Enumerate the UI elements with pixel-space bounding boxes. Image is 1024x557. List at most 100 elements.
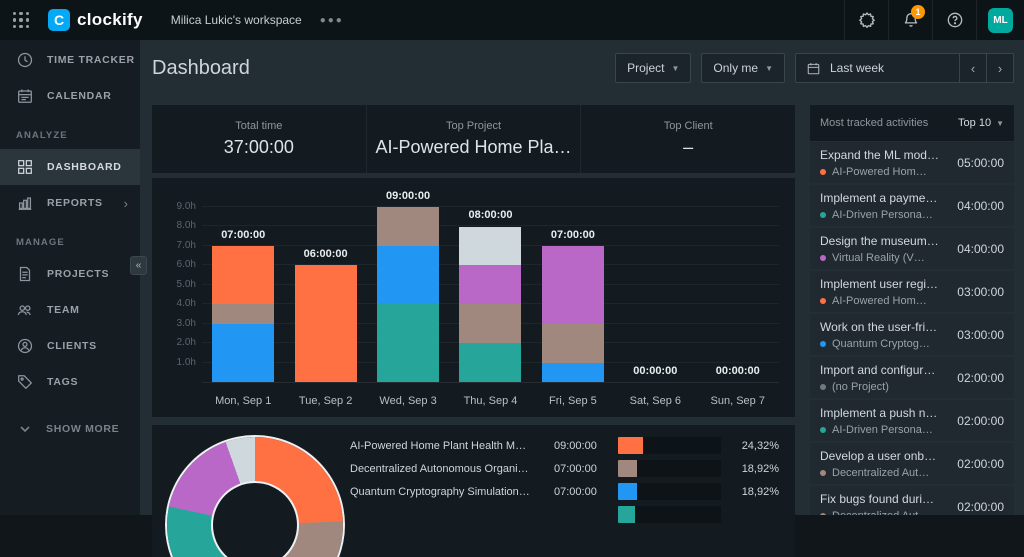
client-icon	[16, 337, 34, 355]
legend-project-name: Quantum Cryptography Simulation…	[350, 485, 530, 498]
sidebar-item-team[interactable]: TEAM	[0, 292, 140, 328]
project-dot	[820, 255, 826, 261]
sidebar-show-more[interactable]: SHOW MORE	[0, 422, 140, 436]
activity-project-name: AI-Driven Persona…	[832, 209, 933, 221]
workspace-switcher[interactable]: Milica Lukic's workspace	[171, 13, 302, 27]
bar-segment-orange[interactable]	[212, 245, 275, 305]
y-tick-label: 4.0h	[176, 298, 196, 310]
bar-stack[interactable]	[541, 245, 604, 382]
chevron-down-icon: ▼	[671, 63, 680, 73]
apps-grid-icon[interactable]	[13, 12, 29, 28]
tag-icon	[16, 373, 34, 391]
y-tick-label: 8.0h	[176, 220, 196, 232]
prev-period-button[interactable]: ‹	[959, 54, 986, 82]
bar-segment-teal[interactable]	[459, 343, 522, 382]
workspace-more-icon[interactable]: ●●●	[320, 15, 344, 26]
notifications-icon[interactable]: 1	[888, 0, 932, 40]
project-dot	[820, 298, 826, 304]
user-filter-button[interactable]: Only me ▼	[701, 53, 785, 83]
activity-project-name: (no Project)	[832, 381, 889, 393]
bar-segment-purple[interactable]	[541, 245, 604, 324]
legend-project-name: AI-Powered Home Plant Health M…	[350, 439, 527, 452]
activity-project-name: AI-Driven Persona…	[832, 424, 933, 436]
project-filter-button[interactable]: Project ▼	[615, 53, 692, 83]
sidebar-item-reports[interactable]: REPORTS ›	[0, 185, 140, 221]
legend-time: 07:00:00	[554, 462, 597, 475]
bar-segment-blue[interactable]	[212, 323, 275, 382]
bar-segment-purple[interactable]	[459, 265, 522, 305]
clockify-logo[interactable]: C clockify	[48, 9, 143, 31]
sidebar-item-tags[interactable]: TAGS	[0, 364, 140, 400]
document-icon	[16, 265, 34, 283]
activity-row[interactable]: Implement a push n… AI-Driven Persona… 02:…	[810, 400, 1014, 441]
activity-row[interactable]: Design the museum… Virtual Reality (V… 04:…	[810, 228, 1014, 269]
legend-project-name: Decentralized Autonomous Organi…	[350, 462, 529, 475]
bar-segment-blue[interactable]	[377, 245, 440, 305]
bar-segment-blue[interactable]	[541, 362, 604, 382]
activity-project-name: AI-Powered Hom…	[832, 166, 927, 178]
sidebar-item-calendar[interactable]: CALENDAR	[0, 78, 140, 114]
activity-task: Implement user regi…	[820, 277, 939, 291]
sidebar-section-manage: MANAGE	[16, 237, 65, 248]
activity-task: Develop a user onb…	[820, 449, 937, 463]
bar-segment-brown[interactable]	[212, 304, 275, 324]
bar-segment-brown[interactable]	[459, 304, 522, 344]
next-period-button[interactable]: ›	[986, 54, 1013, 82]
grid-line	[202, 206, 779, 207]
activity-time: 05:00:00	[957, 155, 1004, 170]
activity-row[interactable]: Implement a payme… AI-Driven Persona… 04:0…	[810, 185, 1014, 226]
bar-segment-brown[interactable]	[377, 207, 440, 246]
bar-value-label: 08:00:00	[468, 209, 513, 222]
sidebar-item-clients[interactable]: CLIENTS	[0, 328, 140, 364]
legend-time: 07:00:00	[554, 485, 597, 498]
activity-project-name: AI-Powered Hom…	[832, 295, 927, 307]
whats-new-icon[interactable]	[844, 0, 888, 40]
bar-segment-brown[interactable]	[541, 323, 604, 363]
bar-stack[interactable]	[377, 207, 440, 382]
user-avatar[interactable]: ML	[988, 7, 1013, 33]
date-range-label: Last week	[830, 61, 885, 75]
activity-time: 02:00:00	[957, 370, 1004, 385]
bar-segment-gray[interactable]	[459, 226, 522, 266]
chevron-right-icon: ›	[123, 195, 128, 211]
x-axis-label: Mon, Sep 1	[215, 395, 272, 407]
bar-segment-orange[interactable]	[294, 265, 357, 382]
activity-task: Work on the user-fri…	[820, 320, 938, 334]
legend-percent: 18,92%	[741, 462, 779, 475]
sidebar-item-projects[interactable]: PROJECTS	[0, 256, 140, 292]
top-n-dropdown[interactable]: Top 10 ▼	[958, 117, 1004, 129]
activity-time: 03:00:00	[957, 284, 1004, 299]
bar-stack[interactable]	[459, 226, 522, 382]
top-project-value: AI-Powered Home Pla…	[375, 137, 572, 157]
bar-segment-teal[interactable]	[377, 304, 440, 382]
bar-value-label: 07:00:00	[550, 228, 595, 241]
bar-column: 08:00:00 Thu, Sep 4	[449, 208, 531, 407]
activity-project-name: Decentralized Aut…	[832, 467, 930, 479]
bar-stack[interactable]	[212, 245, 275, 382]
activity-row[interactable]: Develop a user onb… Decentralized Aut… 02:…	[810, 443, 1014, 484]
total-time-value: 37:00:00	[223, 137, 294, 157]
main-content: Dashboard Project ▼ Only me ▼ Last week …	[140, 40, 1024, 557]
date-range-picker[interactable]: Last week ‹ ›	[795, 53, 1014, 83]
clockify-logo-icon: C	[48, 9, 70, 31]
activity-task: Fix bugs found duri…	[820, 492, 935, 506]
activity-row[interactable]: Implement user regi… AI-Powered Hom… 03:00…	[810, 271, 1014, 312]
help-icon[interactable]	[932, 0, 976, 40]
bar-value-label: 07:00:00	[221, 228, 266, 241]
activity-row[interactable]: Import and configur… (no Project) 02:00:00	[810, 357, 1014, 398]
sidebar-item-dashboard[interactable]: DASHBOARD	[0, 149, 140, 185]
clock-icon	[16, 51, 34, 69]
y-tick-label: 9.0h	[176, 201, 196, 212]
sidebar-item-time-tracker[interactable]: TIME TRACKER	[0, 42, 140, 78]
sidebar-collapse-button[interactable]: «	[130, 256, 147, 275]
donut-chart[interactable]	[167, 437, 343, 557]
activity-row[interactable]: Fix bugs found duri… Decentralized Aut… 02…	[810, 486, 1014, 515]
project-dot	[820, 470, 826, 476]
donut-legend: AI-Powered Home Plant Health M… 09:00:00 2…	[350, 434, 779, 526]
activity-project-name: Virtual Reality (V…	[832, 252, 925, 264]
activity-row[interactable]: Expand the ML mod… AI-Powered Hom… 05:00:0…	[810, 142, 1014, 183]
activity-row[interactable]: Work on the user-fri… Quantum Cryptog… 03:…	[810, 314, 1014, 355]
activity-project-name: Decentralized Aut…	[832, 510, 929, 515]
summary-card: Total time 37:00:00 Top Project AI-Power…	[152, 105, 795, 173]
bar-stack[interactable]	[294, 265, 357, 382]
